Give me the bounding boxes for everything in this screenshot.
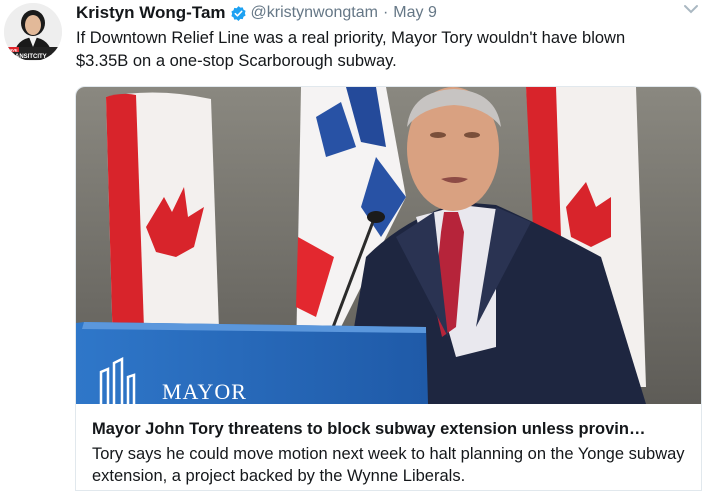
podium-text: MAYOR (162, 379, 247, 404)
link-card[interactable]: MAYOR Mayor John Tory threatens to block… (75, 86, 702, 491)
card-description: Tory says he could move motion next week… (92, 445, 685, 485)
author-handle[interactable]: @kristynwongtam (251, 4, 378, 22)
verified-badge-icon (230, 5, 247, 22)
tweet-text: If Downtown Relief Line was a real prior… (76, 29, 626, 70)
tweet-timestamp[interactable]: May 9 (393, 4, 437, 22)
card-image[interactable]: MAYOR (76, 87, 701, 404)
author-name[interactable]: Kristyn Wong-Tam (76, 3, 226, 23)
card-title[interactable]: Mayor John Tory threatens to block subwa… (92, 419, 692, 439)
tweet-header: Kristyn Wong-Tam @kristynwongtam · May 9 (76, 2, 437, 24)
chevron-down-icon[interactable] (682, 2, 700, 16)
tweet: SAVE TRANSITCITY Kristyn Wong-Tam @krist… (0, 0, 702, 491)
svg-text:SAVE: SAVE (7, 48, 18, 53)
separator-dot: · (382, 4, 389, 21)
svg-text:TRANSITCITY: TRANSITCITY (7, 54, 47, 60)
avatar[interactable]: SAVE TRANSITCITY (4, 3, 62, 61)
